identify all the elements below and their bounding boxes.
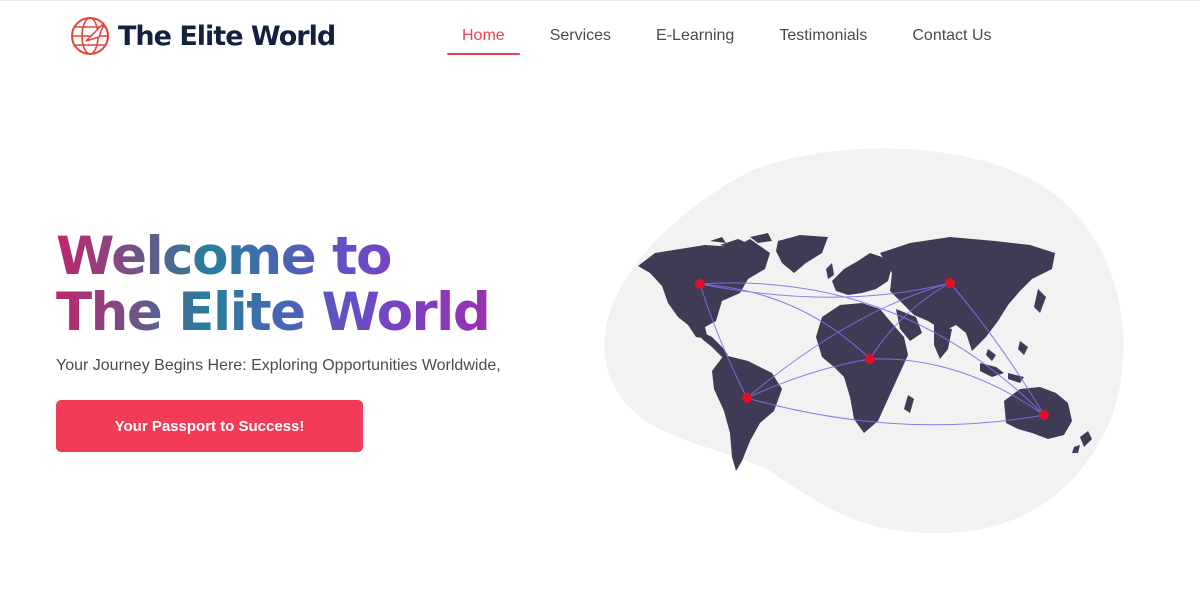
- hero-subtitle: Your Journey Begins Here: Exploring Oppo…: [56, 357, 501, 374]
- nav-e-learning[interactable]: E-Learning: [641, 23, 749, 55]
- main-nav: Home Services E-Learning Testimonials Co…: [447, 23, 1022, 55]
- site-header: The Elite World Home Services E-Learning…: [0, 1, 1200, 71]
- hero-title-line-1: Welcome to: [56, 229, 489, 285]
- brand-name: The Elite World: [118, 20, 336, 52]
- node-asia: [945, 278, 955, 288]
- nav-contact-us[interactable]: Contact Us: [897, 23, 1006, 55]
- hero-title-line-2: The Elite World: [56, 282, 491, 343]
- nav-testimonials[interactable]: Testimonials: [764, 23, 882, 55]
- node-australia: [1039, 410, 1049, 420]
- node-africa: [865, 354, 875, 364]
- brand-link[interactable]: The Elite World: [70, 15, 336, 57]
- node-north-america: [695, 279, 705, 289]
- world-map-network-illustration: [604, 148, 1124, 534]
- globe-plane-icon: [71, 17, 109, 55]
- page: The Elite World Home Services E-Learning…: [0, 0, 1200, 615]
- passport-cta-button[interactable]: Your Passport to Success!: [56, 400, 363, 452]
- node-south-america: [742, 393, 752, 403]
- hero-title: Welcome to The Elite World: [56, 229, 491, 343]
- nav-services[interactable]: Services: [535, 23, 626, 55]
- nav-home[interactable]: Home: [447, 23, 520, 55]
